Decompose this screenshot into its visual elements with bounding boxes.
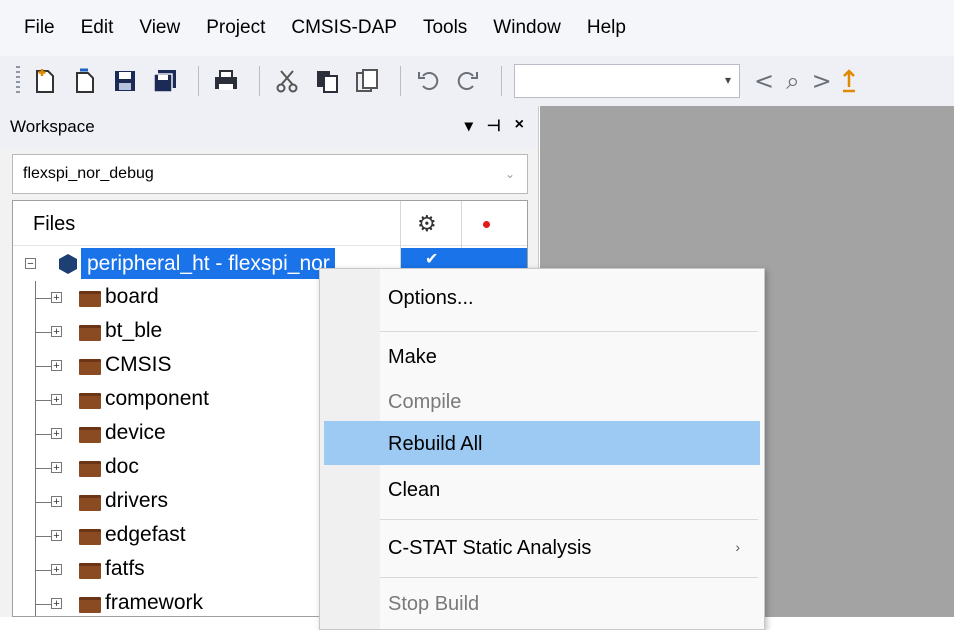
open-file-icon[interactable] bbox=[68, 64, 102, 98]
expand-icon[interactable]: + bbox=[51, 292, 62, 304]
folder-icon bbox=[79, 597, 101, 613]
folder-icon bbox=[79, 325, 101, 341]
tree-header: Files ⚙ bbox=[13, 201, 527, 246]
project-root-label[interactable]: peripheral_ht - flexspi_nor_debug bbox=[81, 248, 335, 279]
toolbar-separator bbox=[501, 66, 502, 96]
workspace-title-bar: Workspace ▾ ⊣ × bbox=[0, 106, 538, 148]
menu-item-compile[interactable]: Compile bbox=[388, 391, 461, 414]
cut-icon[interactable] bbox=[270, 64, 304, 98]
tree-item-label: drivers bbox=[105, 489, 169, 512]
expand-icon[interactable]: + bbox=[51, 598, 62, 610]
new-file-icon[interactable] bbox=[28, 64, 62, 98]
expand-icon[interactable]: + bbox=[51, 462, 62, 474]
menu-bar: File Edit View Project CMSIS-DAP Tools W… bbox=[0, 0, 954, 56]
expand-icon[interactable]: + bbox=[51, 428, 62, 440]
gear-icon[interactable]: ⚙ bbox=[417, 211, 437, 237]
expand-icon[interactable]: + bbox=[51, 360, 62, 372]
toolbar-separator bbox=[198, 66, 199, 96]
menu-help[interactable]: Help bbox=[574, 0, 639, 56]
context-menu: Options... Make Compile Rebuild All Clea… bbox=[319, 268, 765, 630]
menu-cmsis-dap[interactable]: CMSIS-DAP bbox=[278, 0, 410, 56]
menu-window[interactable]: Window bbox=[480, 0, 574, 56]
folder-icon bbox=[79, 495, 101, 511]
menu-item-stop-build[interactable]: Stop Build bbox=[388, 593, 479, 616]
paste-icon[interactable] bbox=[350, 64, 384, 98]
menu-divider bbox=[380, 519, 758, 520]
menu-item-cstat[interactable]: C-STAT Static Analysis bbox=[388, 537, 591, 560]
check-icon: ✔ bbox=[425, 251, 439, 268]
menu-divider bbox=[380, 577, 758, 578]
folder-icon bbox=[79, 427, 101, 443]
tree-item-label: board bbox=[105, 285, 159, 308]
close-icon[interactable]: × bbox=[515, 116, 524, 136]
collapse-icon[interactable]: − bbox=[25, 258, 36, 270]
find-previous-icon[interactable]: < bbox=[754, 67, 774, 95]
folder-icon bbox=[79, 563, 101, 579]
chevron-down-icon: ⌄ bbox=[504, 167, 515, 181]
expand-icon[interactable]: + bbox=[51, 326, 62, 338]
menu-file[interactable]: File bbox=[0, 0, 68, 56]
menu-view[interactable]: View bbox=[126, 0, 193, 56]
files-column-header[interactable]: Files bbox=[33, 213, 75, 236]
save-all-icon[interactable] bbox=[148, 64, 182, 98]
toolbar: ▾ < ⌕ > bbox=[0, 56, 954, 106]
expand-icon[interactable]: + bbox=[51, 530, 62, 542]
tree-item-label: bt_ble bbox=[105, 319, 163, 342]
toolbar-separator bbox=[400, 66, 401, 96]
folder-icon bbox=[79, 291, 101, 307]
expand-icon[interactable]: + bbox=[51, 394, 62, 406]
folder-icon bbox=[79, 359, 101, 375]
search-combo[interactable]: ▾ bbox=[514, 64, 740, 98]
undo-icon[interactable] bbox=[411, 64, 445, 98]
tree-item-label: device bbox=[105, 421, 166, 444]
redo-icon[interactable] bbox=[451, 64, 485, 98]
chevron-down-icon[interactable]: ▾ bbox=[725, 73, 731, 87]
workspace-title: Workspace bbox=[10, 117, 95, 136]
menu-item-options[interactable]: Options... bbox=[388, 287, 474, 310]
project-icon bbox=[59, 254, 77, 274]
print-icon[interactable] bbox=[209, 64, 243, 98]
save-icon[interactable] bbox=[108, 64, 142, 98]
expand-icon[interactable]: + bbox=[51, 496, 62, 508]
toolbar-grip[interactable] bbox=[16, 66, 20, 96]
copy-icon[interactable] bbox=[310, 64, 344, 98]
dropdown-icon[interactable]: ▾ bbox=[465, 116, 473, 136]
bookmark-icon[interactable] bbox=[842, 68, 856, 94]
folder-icon bbox=[79, 529, 101, 545]
menu-item-make[interactable]: Make bbox=[388, 346, 437, 369]
folder-icon bbox=[79, 393, 101, 409]
tree-item-label: fatfs bbox=[105, 557, 145, 580]
tree-item-label: component bbox=[105, 387, 209, 410]
tree-item-label: CMSIS bbox=[105, 353, 172, 376]
configuration-select[interactable]: flexspi_nor_debug ⌄ bbox=[12, 154, 528, 194]
tree-item-label: doc bbox=[105, 455, 139, 478]
folder-icon bbox=[79, 461, 101, 477]
pin-icon[interactable]: ⊣ bbox=[487, 116, 501, 136]
submenu-arrow-icon: › bbox=[735, 539, 740, 555]
menu-item-rebuild-all[interactable]: Rebuild All bbox=[388, 433, 483, 456]
menu-edit[interactable]: Edit bbox=[68, 0, 127, 56]
menu-item-clean[interactable]: Clean bbox=[388, 479, 440, 502]
configuration-value: flexspi_nor_debug bbox=[23, 165, 154, 182]
find-next-icon[interactable]: > bbox=[812, 67, 832, 95]
menu-divider bbox=[380, 331, 758, 332]
breakpoint-dot-icon bbox=[483, 221, 490, 228]
expand-icon[interactable]: + bbox=[51, 564, 62, 576]
find-icon[interactable]: ⌕ bbox=[786, 67, 799, 95]
tree-item-label: edgefast bbox=[105, 523, 186, 546]
toolbar-separator bbox=[259, 66, 260, 96]
tree-item-label: framework bbox=[105, 591, 204, 614]
menu-tools[interactable]: Tools bbox=[410, 0, 480, 56]
menu-project[interactable]: Project bbox=[193, 0, 278, 56]
